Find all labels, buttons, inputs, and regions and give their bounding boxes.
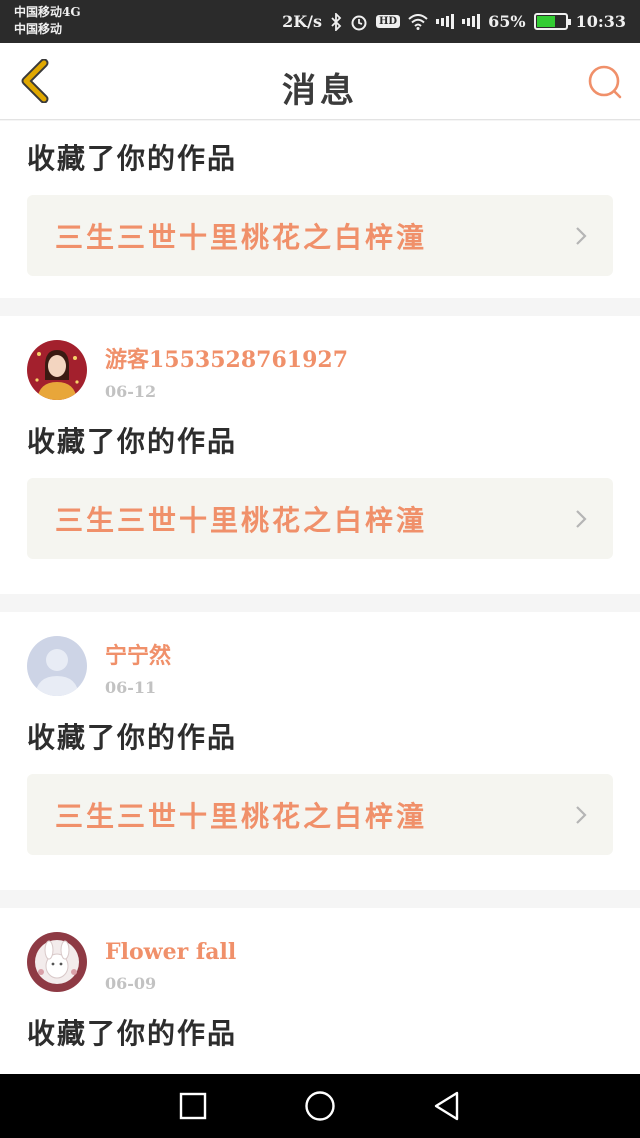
work-title: 三生三世十里桃花之白梓潼 (55, 220, 428, 254)
home-button[interactable] (295, 1081, 345, 1131)
wifi-icon (408, 13, 428, 30)
message-user: Flower fall 06-09 (27, 932, 613, 1002)
work-link[interactable]: 三生三世十里桃花之白梓潼 (27, 774, 613, 855)
message-user: 游客1553528761927 06-12 (27, 340, 613, 410)
message-user: 宁宁然 06-11 (27, 636, 613, 706)
square-recent-apps-icon (180, 1092, 207, 1120)
work-link[interactable]: 三生三世十里桃花之白梓潼 (27, 478, 613, 559)
work-title: 三生三世十里桃花之白梓潼 (55, 503, 428, 537)
search-icon (588, 65, 622, 99)
header-bar: 消息 (0, 43, 640, 120)
recent-apps-button[interactable] (168, 1081, 218, 1131)
carrier-line-1: 中国移动4G (14, 5, 81, 19)
back-nav-button[interactable] (422, 1081, 472, 1131)
chevron-right-icon (573, 225, 589, 247)
page-title: 消息 (282, 71, 358, 111)
message-list: 收藏了你的作品 三生三世十里桃花之白梓潼 游客1553528761927 06-… (0, 121, 640, 1108)
message-card: 收藏了你的作品 三生三世十里桃花之白梓潼 (0, 121, 640, 298)
message-card: 游客1553528761927 06-12 收藏了你的作品 三生三世十里桃花之白… (0, 316, 640, 594)
message-action: 收藏了你的作品 (27, 721, 238, 754)
status-indicators: 2K/s HD 65% 10:33 (282, 0, 626, 43)
circle-home-icon (305, 1091, 335, 1121)
message-action: 收藏了你的作品 (27, 1017, 238, 1050)
hd-badge: HD (375, 15, 401, 28)
work-link[interactable]: 三生三世十里桃花之白梓潼 (27, 195, 613, 276)
search-button[interactable] (584, 61, 626, 103)
carrier-info: 中国移动4G 中国移动 (14, 4, 81, 38)
battery-percent: 65% (488, 12, 526, 31)
username[interactable]: 游客1553528761927 (105, 346, 348, 374)
message-date: 06-09 (105, 974, 157, 993)
signal-4g-icon (436, 14, 455, 30)
work-title: 三生三世十里桃花之白梓潼 (55, 799, 428, 833)
battery-icon (533, 13, 571, 30)
avatar[interactable] (27, 932, 87, 992)
system-nav-bar (0, 1074, 640, 1138)
message-action: 收藏了你的作品 (27, 142, 238, 175)
alarm-icon (350, 13, 368, 31)
signal-g-icon (462, 14, 481, 30)
avatar-default-icon[interactable] (27, 636, 87, 696)
user-info: 宁宁然 06-11 (105, 636, 171, 698)
username[interactable]: 宁宁然 (105, 642, 171, 670)
chevron-right-icon (573, 804, 589, 826)
message-action: 收藏了你的作品 (27, 425, 238, 458)
status-bar: 中国移动4G 中国移动 2K/s HD 65% 10:33 (0, 0, 640, 43)
carrier-line-2: 中国移动 (14, 22, 63, 36)
username[interactable]: Flower fall (105, 938, 236, 966)
message-date: 06-12 (105, 382, 157, 401)
user-info: Flower fall 06-09 (105, 932, 236, 994)
clock: 10:33 (575, 12, 626, 31)
chevron-right-icon (573, 508, 589, 530)
battery-level (536, 16, 555, 27)
network-speed: 2K/s (282, 12, 322, 31)
user-info: 游客1553528761927 06-12 (105, 340, 348, 402)
triangle-back-icon (434, 1091, 458, 1121)
avatar[interactable] (27, 340, 87, 400)
message-card: 宁宁然 06-11 收藏了你的作品 三生三世十里桃花之白梓潼 (0, 612, 640, 890)
bluetooth-icon (330, 12, 342, 31)
message-date: 06-11 (105, 678, 157, 697)
